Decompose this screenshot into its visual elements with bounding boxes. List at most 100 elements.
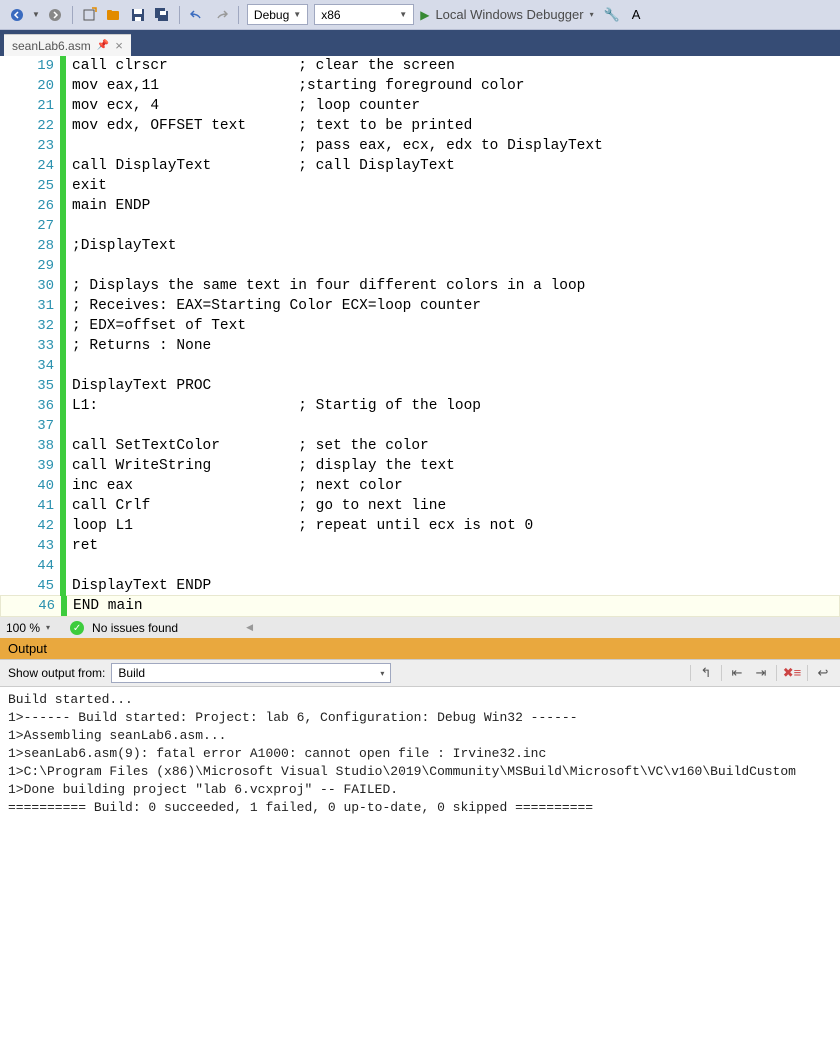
code-line[interactable]: 32; EDX=offset of Text <box>0 316 840 336</box>
line-number: 38 <box>0 436 60 456</box>
indent-right-icon[interactable]: ⇥ <box>752 664 770 682</box>
code-line[interactable]: 27 <box>0 216 840 236</box>
code-text[interactable]: DisplayText ENDP <box>66 576 211 596</box>
code-text[interactable] <box>66 256 72 276</box>
code-line[interactable]: 39call WriteString ; display the text <box>0 456 840 476</box>
nav-back-icon[interactable] <box>8 6 26 24</box>
code-line[interactable]: 34 <box>0 356 840 376</box>
dropdown-caret-icon[interactable]: ▼ <box>32 10 40 19</box>
show-output-label: Show output from: <box>8 666 105 680</box>
code-line[interactable]: 22 mov edx, OFFSET text ; text to be prin… <box>0 116 840 136</box>
code-line[interactable]: 21mov ecx, 4 ; loop counter <box>0 96 840 116</box>
code-line[interactable]: 42 loop L1 ; repeat until ecx is not 0 <box>0 516 840 536</box>
code-line[interactable]: 37 <box>0 416 840 436</box>
dropdown-caret-icon[interactable]: ▾ <box>590 10 594 19</box>
output-toolbar: Show output from: Build▾ ↰ ⇤ ⇥ ✖≡ ↩ <box>0 659 840 687</box>
code-line[interactable]: 20 mov eax,11 ;starting foreground color <box>0 76 840 96</box>
code-editor[interactable]: 19call clrscr ; clear the screen20 mov ea… <box>0 56 840 617</box>
code-text[interactable]: L1: ; Startig of the loop <box>66 396 481 416</box>
line-number: 45 <box>0 576 60 596</box>
code-line[interactable]: 30; Displays the same text in four diffe… <box>0 276 840 296</box>
separator <box>72 6 73 24</box>
debugger-button[interactable]: Local Windows Debugger <box>435 7 583 22</box>
code-line[interactable]: 28;DisplayText <box>0 236 840 256</box>
code-line[interactable]: 24call DisplayText ; call DisplayText <box>0 156 840 176</box>
code-text[interactable] <box>66 216 72 236</box>
code-text[interactable]: call WriteString ; display the text <box>66 456 455 476</box>
code-line[interactable]: 33 ; Returns : None <box>0 336 840 356</box>
line-number: 42 <box>0 516 60 536</box>
line-number: 43 <box>0 536 60 556</box>
close-icon[interactable]: × <box>115 38 123 53</box>
line-number: 33 <box>0 336 60 356</box>
code-text[interactable]: ; Displays the same text in four differe… <box>66 276 585 296</box>
code-line[interactable]: 29 <box>0 256 840 276</box>
code-text[interactable]: loop L1 ; repeat until ecx is not 0 <box>66 516 533 536</box>
code-text[interactable]: ; EDX=offset of Text <box>66 316 246 336</box>
editor-statusbar: 100 %▾ ✓ No issues found ◀ <box>0 616 840 638</box>
code-text[interactable]: ; Receives: EAX=Starting Color ECX=loop … <box>66 296 481 316</box>
code-text[interactable] <box>66 416 72 436</box>
code-line[interactable]: 46END main <box>0 595 840 617</box>
code-line[interactable]: 31; Receives: EAX=Starting Color ECX=loo… <box>0 296 840 316</box>
pin-icon[interactable]: 📌 <box>97 40 109 51</box>
code-text[interactable]: call DisplayText ; call DisplayText <box>66 156 455 176</box>
output-content[interactable]: Build started... 1>------ Build started:… <box>0 687 840 821</box>
new-project-icon[interactable] <box>81 6 99 24</box>
save-all-icon[interactable] <box>153 6 171 24</box>
code-line[interactable]: 36L1: ; Startig of the loop <box>0 396 840 416</box>
code-text[interactable]: exit <box>66 176 107 196</box>
code-text[interactable]: inc eax ; next color <box>66 476 403 496</box>
toolbar-suffix: A <box>632 7 641 22</box>
code-text[interactable]: ; pass eax, ecx, edx to DisplayText <box>66 136 603 156</box>
code-line[interactable]: 45 DisplayText ENDP <box>0 576 840 596</box>
code-line[interactable]: 41call Crlf ; go to next line <box>0 496 840 516</box>
undo-icon[interactable] <box>188 6 206 24</box>
save-icon[interactable] <box>129 6 147 24</box>
code-line[interactable]: 35DisplayText PROC <box>0 376 840 396</box>
line-number: 20 <box>0 76 60 96</box>
code-line[interactable]: 43 ret <box>0 536 840 556</box>
tab-filename: seanLab6.asm <box>12 39 91 53</box>
code-text[interactable]: ; Returns : None <box>66 336 211 356</box>
config-dropdown[interactable]: Debug▼ <box>247 4 308 25</box>
line-number: 25 <box>0 176 60 196</box>
platform-dropdown[interactable]: x86▼ <box>314 4 414 25</box>
code-text[interactable]: call Crlf ; go to next line <box>66 496 446 516</box>
code-text[interactable]: DisplayText PROC <box>66 376 211 396</box>
code-text[interactable] <box>66 556 72 576</box>
code-text[interactable]: mov eax,11 ;starting foreground color <box>66 76 524 96</box>
clear-all-icon[interactable]: ✖≡ <box>783 664 801 682</box>
caret-left-icon[interactable]: ◀ <box>246 622 253 633</box>
code-text[interactable]: ;DisplayText <box>66 236 176 256</box>
code-line[interactable]: 19call clrscr ; clear the screen <box>0 56 840 76</box>
indent-left-icon[interactable]: ⇤ <box>728 664 746 682</box>
line-number: 22 <box>0 116 60 136</box>
zoom-dropdown[interactable]: 100 %▾ <box>6 621 50 635</box>
file-tab[interactable]: seanLab6.asm 📌 × <box>4 34 131 56</box>
output-source-dropdown[interactable]: Build▾ <box>111 663 391 683</box>
code-text[interactable]: mov edx, OFFSET text ; text to be printe… <box>66 116 472 136</box>
code-text[interactable]: call SetTextColor ; set the color <box>66 436 429 456</box>
message-prev-icon[interactable]: ↰ <box>697 664 715 682</box>
code-line[interactable]: 44 <box>0 556 840 576</box>
code-text[interactable]: call clrscr ; clear the screen <box>66 56 455 76</box>
code-line[interactable]: 23 ; pass eax, ecx, edx to DisplayText <box>0 136 840 156</box>
code-line[interactable]: 38 call SetTextColor ; set the color <box>0 436 840 456</box>
separator <box>721 665 722 681</box>
code-line[interactable]: 25 exit <box>0 176 840 196</box>
code-text[interactable]: END main <box>67 596 143 616</box>
wrench-icon[interactable]: 🔧 <box>604 7 620 23</box>
code-text[interactable] <box>66 356 72 376</box>
code-text[interactable]: ret <box>66 536 98 556</box>
output-panel-title[interactable]: Output <box>0 638 840 659</box>
nav-forward-icon[interactable] <box>46 6 64 24</box>
code-line[interactable]: 40inc eax ; next color <box>0 476 840 496</box>
code-text[interactable]: mov ecx, 4 ; loop counter <box>66 96 420 116</box>
code-text[interactable]: main ENDP <box>66 196 150 216</box>
code-line[interactable]: 26main ENDP <box>0 196 840 216</box>
redo-icon[interactable] <box>212 6 230 24</box>
play-icon[interactable]: ▶ <box>420 8 429 22</box>
word-wrap-icon[interactable]: ↩ <box>814 664 832 682</box>
open-icon[interactable] <box>105 6 123 24</box>
